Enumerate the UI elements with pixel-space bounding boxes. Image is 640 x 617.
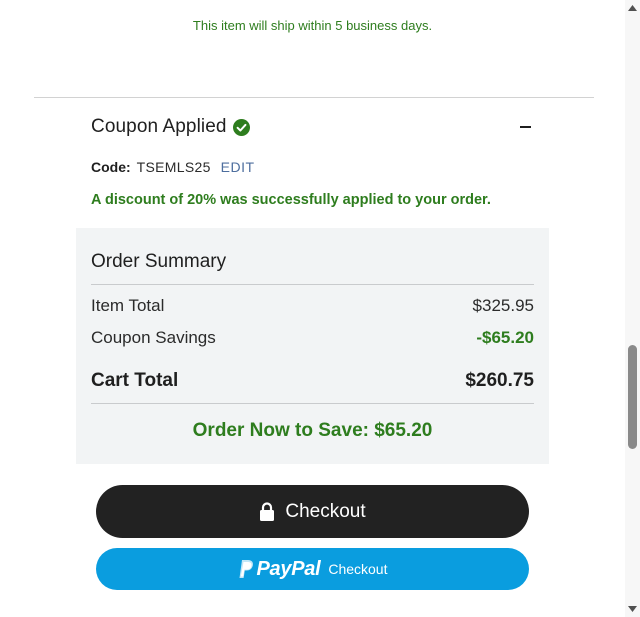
item-total-value: $325.95 <box>472 296 534 315</box>
scroll-down-arrow-icon[interactable] <box>627 604 638 614</box>
lock-icon <box>259 502 275 521</box>
paypal-logo-icon: PayPal <box>238 558 321 581</box>
discount-message: A discount of 20% was successfully appli… <box>91 192 491 208</box>
item-total-row: Item Total $325.95 <box>91 296 534 316</box>
coupon-code-row: Code: TSEMLS25 EDIT <box>91 159 255 175</box>
coupon-savings-value: -$65.20 <box>476 328 534 347</box>
save-banner: Order Now to Save: $65.20 <box>192 420 433 441</box>
coupon-code-label: Code: <box>91 159 131 175</box>
checkout-label: Checkout <box>285 500 366 522</box>
coupon-header: Coupon Applied <box>91 115 250 139</box>
paypal-brand: PayPal <box>256 557 321 580</box>
item-total-label: Item Total <box>91 296 165 315</box>
scroll-thumb[interactable] <box>628 345 637 449</box>
order-summary: Order Summary Item Total $325.95 Coupon … <box>76 228 549 464</box>
vertical-scrollbar[interactable] <box>625 0 640 617</box>
order-summary-title: Order Summary <box>91 251 227 272</box>
cart-total-row: Cart Total $260.75 <box>91 370 534 392</box>
cart-page: This item will ship within 5 business da… <box>0 0 640 617</box>
paypal-p-icon <box>238 559 254 579</box>
collapse-coupon-button[interactable] <box>515 116 535 138</box>
check-circle-icon <box>232 118 250 136</box>
paypal-checkout-button[interactable]: PayPal Checkout <box>96 548 529 590</box>
coupon-title: Coupon Applied <box>91 116 227 137</box>
shipping-note: This item will ship within 5 business da… <box>192 18 433 33</box>
section-divider <box>34 97 594 98</box>
minus-icon <box>519 126 531 128</box>
scroll-up-arrow-icon[interactable] <box>627 3 638 13</box>
coupon-savings-row: Coupon Savings -$65.20 <box>91 328 534 348</box>
summary-divider <box>91 403 534 404</box>
coupon-savings-label: Coupon Savings <box>91 328 216 347</box>
cart-total-label: Cart Total <box>91 370 179 391</box>
coupon-code-value: TSEMLS25 <box>136 159 211 175</box>
edit-coupon-link[interactable]: EDIT <box>221 159 255 175</box>
summary-divider <box>91 284 534 285</box>
checkout-button[interactable]: Checkout <box>96 485 529 538</box>
cart-total-value: $260.75 <box>465 370 534 391</box>
paypal-checkout-label: Checkout <box>328 561 388 577</box>
